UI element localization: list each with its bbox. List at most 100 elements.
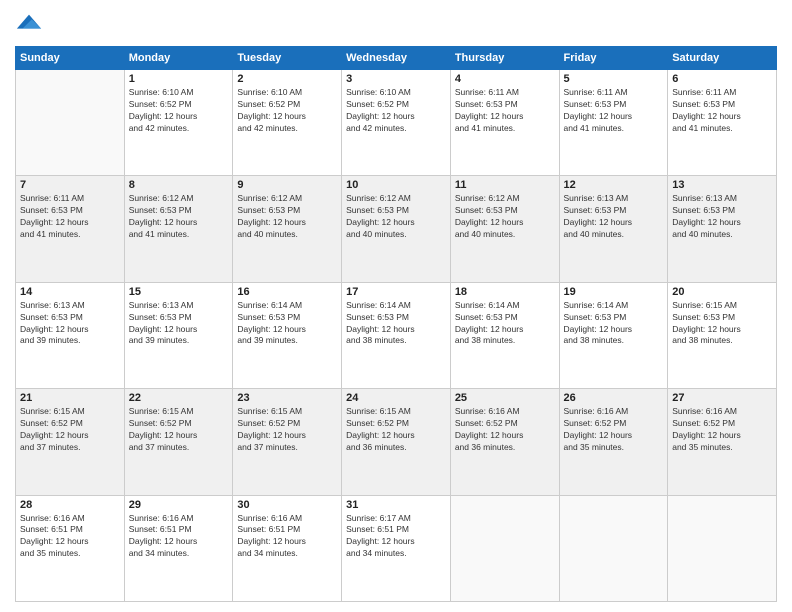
calendar-cell: 4 Sunrise: 6:11 AM Sunset: 6:53 PM Daylig… bbox=[450, 70, 559, 176]
col-header-saturday: Saturday bbox=[668, 47, 777, 70]
calendar-cell: 14Sunrise: 6:13 AM Sunset: 6:53 PM Dayli… bbox=[16, 282, 125, 388]
day-info: Sunrise: 6:14 AM Sunset: 6:53 PM Dayligh… bbox=[346, 300, 446, 348]
col-header-monday: Monday bbox=[124, 47, 233, 70]
calendar-cell: 18 Sunrise: 6:14 AM Sunset: 6:53 PM Dayli… bbox=[450, 282, 559, 388]
day-info: Sunrise: 6:13 AM Sunset: 6:53 PM Dayligh… bbox=[672, 193, 772, 241]
day-info: Sunrise: 6:14 AM Sunset: 6:53 PM Dayligh… bbox=[564, 300, 664, 348]
calendar-cell: 7Sunrise: 6:11 AM Sunset: 6:53 PM Daylig… bbox=[16, 176, 125, 282]
day-info: Sunrise: 6:16 AM Sunset: 6:52 PM Dayligh… bbox=[455, 406, 555, 454]
calendar-week-row: 14 Sunrise: 6:13 AM Sunset: 6:53 PM Dayli… bbox=[16, 282, 777, 388]
calendar-cell bbox=[16, 70, 125, 176]
day-number: 12 bbox=[564, 179, 664, 191]
calendar-cell: 30 Sunrise: 6:16 AM Sunset: 6:51 PM Dayli… bbox=[233, 495, 342, 601]
col-header-sunday: Sunday bbox=[16, 47, 125, 70]
day-info: Sunrise: 6:13 AM Sunset: 6:53 PM Dayligh… bbox=[129, 300, 229, 348]
day-info: Sunrise: 6:10 AM Sunset: 6:52 PM Dayligh… bbox=[129, 87, 229, 135]
day-info: Sunrise: 6:11 AM Sunset: 6:53 PM Dayligh… bbox=[20, 193, 120, 241]
calendar-table: SundayMondayTuesdayWednesdayThursdayFrid… bbox=[15, 46, 777, 602]
day-info: Sunrise: 6:12 AM Sunset: 6:53 PM Dayligh… bbox=[129, 193, 229, 241]
day-info: Sunrise: 6:15 AM Sunset: 6:52 PM Dayligh… bbox=[129, 406, 229, 454]
day-number: 20 bbox=[672, 286, 772, 298]
day-number: 5 bbox=[564, 73, 664, 85]
logo-icon bbox=[15, 10, 43, 38]
day-info: Sunrise: 6:14 AM Sunset: 6:53 PM Dayligh… bbox=[237, 300, 337, 348]
day-info: Sunrise: 6:10 AM Sunset: 6:52 PM Dayligh… bbox=[346, 87, 446, 135]
calendar-cell: 11 Sunrise: 6:12 AM Sunset: 6:53 PM Dayli… bbox=[450, 176, 559, 282]
day-number: 19 bbox=[564, 286, 664, 298]
calendar-cell: 20Sunrise: 6:15 AM Sunset: 6:53 PM Dayli… bbox=[668, 282, 777, 388]
day-number: 24 bbox=[346, 392, 446, 404]
day-number: 3 bbox=[346, 73, 446, 85]
calendar-cell bbox=[668, 495, 777, 601]
calendar-cell: 8 Sunrise: 6:12 AM Sunset: 6:53 PM Daylig… bbox=[124, 176, 233, 282]
day-info: Sunrise: 6:15 AM Sunset: 6:52 PM Dayligh… bbox=[20, 406, 120, 454]
day-number: 30 bbox=[237, 499, 337, 511]
col-header-wednesday: Wednesday bbox=[342, 47, 451, 70]
calendar-cell: 12 Sunrise: 6:13 AM Sunset: 6:53 PM Dayli… bbox=[559, 176, 668, 282]
calendar-cell bbox=[559, 495, 668, 601]
day-info: Sunrise: 6:15 AM Sunset: 6:52 PM Dayligh… bbox=[237, 406, 337, 454]
calendar-cell: 17 Sunrise: 6:14 AM Sunset: 6:53 PM Dayli… bbox=[342, 282, 451, 388]
calendar-cell: 2Sunrise: 6:10 AM Sunset: 6:52 PM Daylig… bbox=[233, 70, 342, 176]
calendar-cell: 21Sunrise: 6:15 AM Sunset: 6:52 PM Dayli… bbox=[16, 389, 125, 495]
calendar-cell: 27 Sunrise: 6:16 AM Sunset: 6:52 PM Dayli… bbox=[668, 389, 777, 495]
col-header-thursday: Thursday bbox=[450, 47, 559, 70]
calendar-cell: 15 Sunrise: 6:13 AM Sunset: 6:53 PM Dayli… bbox=[124, 282, 233, 388]
calendar-cell: 10 Sunrise: 6:12 AM Sunset: 6:53 PM Dayli… bbox=[342, 176, 451, 282]
calendar-cell: 22 Sunrise: 6:15 AM Sunset: 6:52 PM Dayli… bbox=[124, 389, 233, 495]
calendar-cell: 26Sunrise: 6:16 AM Sunset: 6:52 PM Dayli… bbox=[559, 389, 668, 495]
day-number: 1 bbox=[129, 73, 229, 85]
calendar-cell: 24 Sunrise: 6:15 AM Sunset: 6:52 PM Dayli… bbox=[342, 389, 451, 495]
day-number: 28 bbox=[20, 499, 120, 511]
day-number: 18 bbox=[455, 286, 555, 298]
calendar-cell: 9Sunrise: 6:12 AM Sunset: 6:53 PM Daylig… bbox=[233, 176, 342, 282]
calendar-cell: 5Sunrise: 6:11 AM Sunset: 6:53 PM Daylig… bbox=[559, 70, 668, 176]
day-info: Sunrise: 6:16 AM Sunset: 6:51 PM Dayligh… bbox=[20, 513, 120, 561]
calendar-cell: 25Sunrise: 6:16 AM Sunset: 6:52 PM Dayli… bbox=[450, 389, 559, 495]
calendar-week-row: 21Sunrise: 6:15 AM Sunset: 6:52 PM Dayli… bbox=[16, 389, 777, 495]
header bbox=[15, 10, 777, 38]
day-number: 10 bbox=[346, 179, 446, 191]
day-number: 13 bbox=[672, 179, 772, 191]
calendar-cell: 28 Sunrise: 6:16 AM Sunset: 6:51 PM Dayli… bbox=[16, 495, 125, 601]
day-info: Sunrise: 6:15 AM Sunset: 6:52 PM Dayligh… bbox=[346, 406, 446, 454]
day-number: 8 bbox=[129, 179, 229, 191]
day-info: Sunrise: 6:12 AM Sunset: 6:53 PM Dayligh… bbox=[237, 193, 337, 241]
day-info: Sunrise: 6:13 AM Sunset: 6:53 PM Dayligh… bbox=[564, 193, 664, 241]
logo bbox=[15, 10, 47, 38]
day-number: 2 bbox=[237, 73, 337, 85]
calendar-week-row: 28 Sunrise: 6:16 AM Sunset: 6:51 PM Dayli… bbox=[16, 495, 777, 601]
day-number: 16 bbox=[237, 286, 337, 298]
calendar-cell bbox=[450, 495, 559, 601]
day-info: Sunrise: 6:11 AM Sunset: 6:53 PM Dayligh… bbox=[455, 87, 555, 135]
day-number: 11 bbox=[455, 179, 555, 191]
col-header-tuesday: Tuesday bbox=[233, 47, 342, 70]
day-info: Sunrise: 6:17 AM Sunset: 6:51 PM Dayligh… bbox=[346, 513, 446, 561]
calendar-week-row: 7Sunrise: 6:11 AM Sunset: 6:53 PM Daylig… bbox=[16, 176, 777, 282]
day-number: 31 bbox=[346, 499, 446, 511]
day-number: 4 bbox=[455, 73, 555, 85]
day-info: Sunrise: 6:14 AM Sunset: 6:53 PM Dayligh… bbox=[455, 300, 555, 348]
calendar-cell: 23 Sunrise: 6:15 AM Sunset: 6:52 PM Dayli… bbox=[233, 389, 342, 495]
day-info: Sunrise: 6:16 AM Sunset: 6:52 PM Dayligh… bbox=[672, 406, 772, 454]
day-number: 29 bbox=[129, 499, 229, 511]
col-header-friday: Friday bbox=[559, 47, 668, 70]
day-number: 23 bbox=[237, 392, 337, 404]
day-number: 22 bbox=[129, 392, 229, 404]
day-number: 26 bbox=[564, 392, 664, 404]
day-number: 17 bbox=[346, 286, 446, 298]
calendar-cell: 16 Sunrise: 6:14 AM Sunset: 6:53 PM Dayli… bbox=[233, 282, 342, 388]
calendar-cell: 1 Sunrise: 6:10 AM Sunset: 6:52 PM Daylig… bbox=[124, 70, 233, 176]
day-number: 27 bbox=[672, 392, 772, 404]
calendar-cell: 13 Sunrise: 6:13 AM Sunset: 6:53 PM Dayli… bbox=[668, 176, 777, 282]
day-info: Sunrise: 6:12 AM Sunset: 6:53 PM Dayligh… bbox=[455, 193, 555, 241]
calendar-cell: 31 Sunrise: 6:17 AM Sunset: 6:51 PM Dayli… bbox=[342, 495, 451, 601]
calendar-cell: 3 Sunrise: 6:10 AM Sunset: 6:52 PM Daylig… bbox=[342, 70, 451, 176]
day-info: Sunrise: 6:16 AM Sunset: 6:51 PM Dayligh… bbox=[129, 513, 229, 561]
day-number: 15 bbox=[129, 286, 229, 298]
calendar-cell: 6Sunrise: 6:11 AM Sunset: 6:53 PM Daylig… bbox=[668, 70, 777, 176]
day-info: Sunrise: 6:11 AM Sunset: 6:53 PM Dayligh… bbox=[672, 87, 772, 135]
day-info: Sunrise: 6:16 AM Sunset: 6:51 PM Dayligh… bbox=[237, 513, 337, 561]
day-info: Sunrise: 6:12 AM Sunset: 6:53 PM Dayligh… bbox=[346, 193, 446, 241]
day-number: 14 bbox=[20, 286, 120, 298]
